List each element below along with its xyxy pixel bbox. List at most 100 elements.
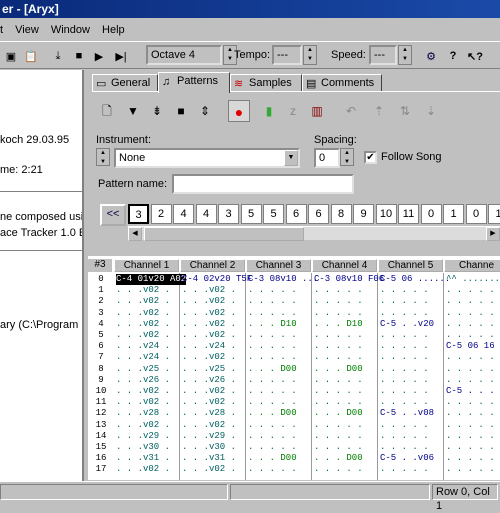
transpose-icon[interactable]: ⇅ xyxy=(394,100,416,122)
pattern-cell[interactable]: . . . D00 xyxy=(248,364,297,375)
order-scrollbar[interactable]: ◀ ▶ xyxy=(128,226,500,241)
pattern-cell[interactable]: . . .v25 . xyxy=(182,364,236,375)
pattern-cell[interactable]: . . . . . xyxy=(380,352,429,363)
save-icon[interactable]: ▣ xyxy=(2,45,20,67)
pattern-cell[interactable]: . . . . . xyxy=(446,352,495,363)
pattern-cell[interactable]: . . .v26 . xyxy=(116,375,170,386)
pattern-cell[interactable]: . . .v29 . xyxy=(116,431,170,442)
pattern-cell[interactable]: C-5 . .v08 xyxy=(380,408,434,419)
pattern-cell[interactable]: . . .v24 . xyxy=(116,352,170,363)
order-cell[interactable]: 6 xyxy=(285,204,307,224)
pattern-cell[interactable]: . . . . . xyxy=(248,464,297,475)
pattern-cell[interactable]: C-5 06 16 xyxy=(446,341,495,352)
pattern-cell[interactable]: . . .v31 . xyxy=(182,453,236,464)
pattern-cell[interactable]: . . . . . xyxy=(314,308,363,319)
pattern-cell[interactable]: . . .v02 . xyxy=(116,319,170,330)
tab-comments[interactable]: ▤ Comments xyxy=(302,74,382,92)
pattern-cell[interactable]: . . .v02 . xyxy=(116,330,170,341)
pattern-cell[interactable]: . . . . . xyxy=(248,386,297,397)
pattern-cell[interactable]: . . . . . xyxy=(314,431,363,442)
order-cell[interactable]: 8 xyxy=(330,204,352,224)
pattern-cell[interactable]: . . .v31 . xyxy=(116,453,170,464)
order-cell[interactable]: 0 xyxy=(420,204,442,224)
pattern-cell[interactable]: . . . . . xyxy=(248,397,297,408)
pattern-cell[interactable]: . . . . . xyxy=(446,442,495,453)
pattern-cell[interactable]: . . . D00 xyxy=(248,408,297,419)
pattern-cell[interactable]: . . . D00 xyxy=(314,408,363,419)
tempo-spinner[interactable]: ▲ ▼ xyxy=(303,45,317,65)
pattern-cell[interactable]: . . . . . xyxy=(380,397,429,408)
pattern-cell[interactable]: . . .v26 . xyxy=(182,375,236,386)
menu-item-window[interactable]: Window xyxy=(51,24,90,36)
pattern-cell[interactable]: . . .v24 . xyxy=(182,341,236,352)
pattern-cell[interactable]: . . . . . xyxy=(380,341,429,352)
transpose-up-icon[interactable]: ⇡ xyxy=(368,100,390,122)
octave-select[interactable]: Octave 4 xyxy=(146,45,222,65)
pattern-cell[interactable]: C-3 08v10 F06 xyxy=(314,274,384,285)
pattern-cell[interactable]: . . . . . xyxy=(446,375,495,386)
instrument-spinner[interactable]: ▲ ▼ xyxy=(96,148,110,166)
order-cell[interactable]: 2 xyxy=(150,204,172,224)
pattern-cell[interactable]: . . .v02 . xyxy=(182,319,236,330)
order-cell[interactable]: 9 xyxy=(353,204,374,224)
pattern-cell[interactable]: . . . . . xyxy=(380,296,429,307)
pattern-cell[interactable]: . . . . . xyxy=(380,330,429,341)
transpose-down-icon[interactable]: ⇣ xyxy=(420,100,442,122)
pattern-cell[interactable]: . . . . . xyxy=(380,420,429,431)
pattern-cell[interactable]: . . .v02 . xyxy=(116,464,170,475)
pattern-cell[interactable]: . . .v24 . xyxy=(116,341,170,352)
pattern-cell[interactable]: . . .v28 . xyxy=(182,408,236,419)
pattern-cell[interactable]: . . . . . xyxy=(314,285,363,296)
channel-header[interactable]: Channel 1 xyxy=(114,259,179,272)
tab-samples[interactable]: ≋ Samples xyxy=(230,74,302,92)
pattern-cell[interactable]: . . . . . xyxy=(380,431,429,442)
pattern-cell[interactable]: . . . . . xyxy=(446,330,495,341)
pattern-cell[interactable]: . . . D10 xyxy=(248,319,297,330)
pattern-cell[interactable]: . . .v02 . xyxy=(182,420,236,431)
pattern-cell[interactable]: . . . D00 xyxy=(248,453,297,464)
pattern-cell[interactable]: . . .v02 . xyxy=(116,285,170,296)
channel-header[interactable]: Channel 3 xyxy=(246,259,311,272)
order-cell[interactable]: 5 xyxy=(263,204,284,224)
pattern-cell[interactable]: . . . . . xyxy=(380,285,429,296)
channel-header[interactable]: Channel 4 xyxy=(312,259,377,272)
pattern-cell[interactable]: . . . . . xyxy=(314,375,363,386)
undo-icon[interactable]: ↶ xyxy=(340,100,362,122)
pattern-cell[interactable]: . . . . . xyxy=(380,386,429,397)
pattern-cell[interactable]: . . . . . xyxy=(446,464,495,475)
pattern-cell[interactable]: . . . . . xyxy=(380,442,429,453)
scroll-thumb[interactable] xyxy=(144,227,304,241)
pattern-cell[interactable]: . . . D10 xyxy=(314,319,363,330)
chevron-down-icon[interactable]: ▼ xyxy=(284,150,298,166)
pattern-cell[interactable]: . . . . . xyxy=(380,308,429,319)
pattern-cell[interactable]: . . .v02 . xyxy=(182,386,236,397)
pattern-cell[interactable]: . . .v02 . xyxy=(182,397,236,408)
pattern-cell[interactable]: . . . . . xyxy=(248,375,297,386)
pattern-cell[interactable]: . . . . . xyxy=(314,442,363,453)
pattern-cell[interactable]: . . . . . xyxy=(446,397,495,408)
context-help-icon[interactable]: ↖? xyxy=(464,45,486,67)
insert-down-icon[interactable]: ▼ xyxy=(122,100,144,122)
speed-spinner[interactable]: ▲ ▼ xyxy=(398,45,412,65)
order-cell[interactable]: 1 xyxy=(488,204,500,224)
pattern-cell[interactable]: . . . . . xyxy=(446,420,495,431)
pattern-cell[interactable]: . . . . . xyxy=(248,431,297,442)
pattern-cell[interactable]: . . .v29 . xyxy=(182,431,236,442)
pattern-cell[interactable]: . . . . . xyxy=(248,442,297,453)
pattern-cell[interactable]: C-5 . .v20 xyxy=(380,319,434,330)
menu-item-view[interactable]: View xyxy=(15,24,39,36)
scroll-left-icon[interactable]: ◀ xyxy=(128,227,142,241)
jump-icon[interactable]: ⤓ xyxy=(48,45,68,67)
pattern-cell[interactable]: . . . . . xyxy=(314,352,363,363)
insert-row-icon[interactable]: ⇟ xyxy=(146,100,168,122)
pattern-cell[interactable]: . . .v28 . xyxy=(116,408,170,419)
order-cell[interactable]: 11 xyxy=(398,204,419,224)
pattern-cell[interactable]: . . . . . xyxy=(314,464,363,475)
pattern-cell[interactable]: . . . . . xyxy=(380,375,429,386)
paste-icon[interactable]: 📋 xyxy=(22,45,40,67)
menu-item-help[interactable]: Help xyxy=(102,24,125,36)
pattern-cell[interactable]: . . . . . xyxy=(248,285,297,296)
pattern-cell[interactable]: . . .v02 . xyxy=(182,352,236,363)
pattern-cell[interactable]: . . .v02 . xyxy=(116,308,170,319)
pattern-cell[interactable]: . . . . . xyxy=(248,330,297,341)
